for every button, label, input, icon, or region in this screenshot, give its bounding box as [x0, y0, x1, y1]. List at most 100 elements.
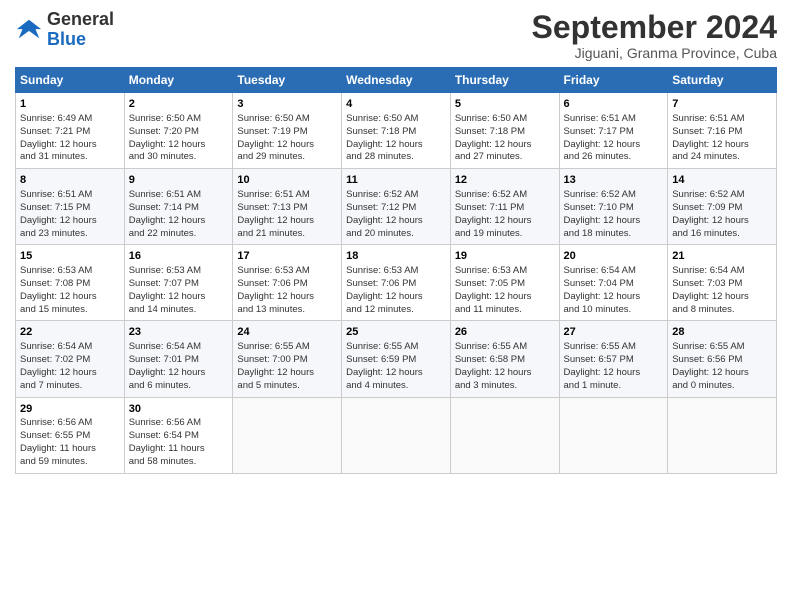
calendar-body: 1Sunrise: 6:49 AM Sunset: 7:21 PM Daylig…	[16, 93, 777, 473]
day-number: 29	[20, 402, 120, 417]
col-monday: Monday	[124, 68, 233, 93]
day-number: 6	[564, 97, 664, 112]
day-detail: Sunrise: 6:51 AM Sunset: 7:15 PM Dayligh…	[20, 189, 120, 240]
logo-blue: Blue	[47, 29, 86, 49]
day-detail: Sunrise: 6:51 AM Sunset: 7:16 PM Dayligh…	[672, 113, 772, 164]
calendar-day-cell	[668, 397, 777, 473]
day-number: 10	[237, 173, 337, 188]
day-number: 2	[129, 97, 229, 112]
day-number: 18	[346, 249, 446, 264]
day-detail: Sunrise: 6:55 AM Sunset: 6:59 PM Dayligh…	[346, 341, 446, 392]
day-detail: Sunrise: 6:52 AM Sunset: 7:12 PM Dayligh…	[346, 189, 446, 240]
page: General Blue September 2024 Jiguani, Gra…	[0, 0, 792, 612]
day-detail: Sunrise: 6:50 AM Sunset: 7:18 PM Dayligh…	[346, 113, 446, 164]
calendar-day-cell	[342, 397, 451, 473]
header-row: Sunday Monday Tuesday Wednesday Thursday…	[16, 68, 777, 93]
calendar-day-cell	[450, 397, 559, 473]
calendar-day-cell: 21Sunrise: 6:54 AM Sunset: 7:03 PM Dayli…	[668, 245, 777, 321]
logo-text: General Blue	[47, 10, 114, 50]
day-number: 12	[455, 173, 555, 188]
calendar-day-cell: 20Sunrise: 6:54 AM Sunset: 7:04 PM Dayli…	[559, 245, 668, 321]
day-detail: Sunrise: 6:51 AM Sunset: 7:13 PM Dayligh…	[237, 189, 337, 240]
day-detail: Sunrise: 6:51 AM Sunset: 7:14 PM Dayligh…	[129, 189, 229, 240]
day-detail: Sunrise: 6:49 AM Sunset: 7:21 PM Dayligh…	[20, 113, 120, 164]
day-number: 14	[672, 173, 772, 188]
calendar-day-cell: 14Sunrise: 6:52 AM Sunset: 7:09 PM Dayli…	[668, 169, 777, 245]
calendar-day-cell: 26Sunrise: 6:55 AM Sunset: 6:58 PM Dayli…	[450, 321, 559, 397]
day-detail: Sunrise: 6:53 AM Sunset: 7:07 PM Dayligh…	[129, 265, 229, 316]
title-area: September 2024 Jiguani, Granma Province,…	[532, 10, 777, 61]
day-detail: Sunrise: 6:50 AM Sunset: 7:20 PM Dayligh…	[129, 113, 229, 164]
calendar-day-cell: 7Sunrise: 6:51 AM Sunset: 7:16 PM Daylig…	[668, 93, 777, 169]
calendar-day-cell: 9Sunrise: 6:51 AM Sunset: 7:14 PM Daylig…	[124, 169, 233, 245]
day-number: 11	[346, 173, 446, 188]
day-number: 26	[455, 325, 555, 340]
calendar-day-cell: 29Sunrise: 6:56 AM Sunset: 6:55 PM Dayli…	[16, 397, 125, 473]
calendar-week-row: 15Sunrise: 6:53 AM Sunset: 7:08 PM Dayli…	[16, 245, 777, 321]
calendar-day-cell: 12Sunrise: 6:52 AM Sunset: 7:11 PM Dayli…	[450, 169, 559, 245]
calendar-day-cell: 16Sunrise: 6:53 AM Sunset: 7:07 PM Dayli…	[124, 245, 233, 321]
day-detail: Sunrise: 6:52 AM Sunset: 7:11 PM Dayligh…	[455, 189, 555, 240]
day-detail: Sunrise: 6:51 AM Sunset: 7:17 PM Dayligh…	[564, 113, 664, 164]
day-detail: Sunrise: 6:54 AM Sunset: 7:01 PM Dayligh…	[129, 341, 229, 392]
day-number: 22	[20, 325, 120, 340]
calendar-day-cell: 22Sunrise: 6:54 AM Sunset: 7:02 PM Dayli…	[16, 321, 125, 397]
calendar-day-cell: 6Sunrise: 6:51 AM Sunset: 7:17 PM Daylig…	[559, 93, 668, 169]
day-detail: Sunrise: 6:54 AM Sunset: 7:04 PM Dayligh…	[564, 265, 664, 316]
day-detail: Sunrise: 6:53 AM Sunset: 7:08 PM Dayligh…	[20, 265, 120, 316]
calendar-day-cell: 13Sunrise: 6:52 AM Sunset: 7:10 PM Dayli…	[559, 169, 668, 245]
calendar-week-row: 29Sunrise: 6:56 AM Sunset: 6:55 PM Dayli…	[16, 397, 777, 473]
day-detail: Sunrise: 6:53 AM Sunset: 7:06 PM Dayligh…	[346, 265, 446, 316]
day-number: 1	[20, 97, 120, 112]
calendar-day-cell: 10Sunrise: 6:51 AM Sunset: 7:13 PM Dayli…	[233, 169, 342, 245]
day-number: 25	[346, 325, 446, 340]
day-number: 8	[20, 173, 120, 188]
day-detail: Sunrise: 6:56 AM Sunset: 6:54 PM Dayligh…	[129, 417, 229, 468]
calendar-day-cell: 2Sunrise: 6:50 AM Sunset: 7:20 PM Daylig…	[124, 93, 233, 169]
day-detail: Sunrise: 6:53 AM Sunset: 7:05 PM Dayligh…	[455, 265, 555, 316]
day-detail: Sunrise: 6:52 AM Sunset: 7:09 PM Dayligh…	[672, 189, 772, 240]
day-detail: Sunrise: 6:56 AM Sunset: 6:55 PM Dayligh…	[20, 417, 120, 468]
calendar-day-cell: 24Sunrise: 6:55 AM Sunset: 7:00 PM Dayli…	[233, 321, 342, 397]
day-number: 15	[20, 249, 120, 264]
col-saturday: Saturday	[668, 68, 777, 93]
day-number: 27	[564, 325, 664, 340]
day-detail: Sunrise: 6:55 AM Sunset: 7:00 PM Dayligh…	[237, 341, 337, 392]
calendar-day-cell: 28Sunrise: 6:55 AM Sunset: 6:56 PM Dayli…	[668, 321, 777, 397]
header: General Blue September 2024 Jiguani, Gra…	[15, 10, 777, 61]
calendar-day-cell: 19Sunrise: 6:53 AM Sunset: 7:05 PM Dayli…	[450, 245, 559, 321]
logo-area: General Blue	[15, 10, 114, 50]
col-friday: Friday	[559, 68, 668, 93]
day-detail: Sunrise: 6:50 AM Sunset: 7:19 PM Dayligh…	[237, 113, 337, 164]
logo-general: General	[47, 9, 114, 29]
day-detail: Sunrise: 6:55 AM Sunset: 6:57 PM Dayligh…	[564, 341, 664, 392]
day-detail: Sunrise: 6:52 AM Sunset: 7:10 PM Dayligh…	[564, 189, 664, 240]
day-detail: Sunrise: 6:54 AM Sunset: 7:02 PM Dayligh…	[20, 341, 120, 392]
day-number: 9	[129, 173, 229, 188]
col-wednesday: Wednesday	[342, 68, 451, 93]
calendar-day-cell: 18Sunrise: 6:53 AM Sunset: 7:06 PM Dayli…	[342, 245, 451, 321]
calendar-day-cell: 3Sunrise: 6:50 AM Sunset: 7:19 PM Daylig…	[233, 93, 342, 169]
calendar-day-cell: 25Sunrise: 6:55 AM Sunset: 6:59 PM Dayli…	[342, 321, 451, 397]
calendar-subtitle: Jiguani, Granma Province, Cuba	[532, 45, 777, 61]
col-thursday: Thursday	[450, 68, 559, 93]
day-detail: Sunrise: 6:55 AM Sunset: 6:56 PM Dayligh…	[672, 341, 772, 392]
day-number: 28	[672, 325, 772, 340]
day-number: 16	[129, 249, 229, 264]
day-number: 5	[455, 97, 555, 112]
calendar-day-cell: 15Sunrise: 6:53 AM Sunset: 7:08 PM Dayli…	[16, 245, 125, 321]
day-number: 7	[672, 97, 772, 112]
calendar-day-cell	[559, 397, 668, 473]
calendar-day-cell: 1Sunrise: 6:49 AM Sunset: 7:21 PM Daylig…	[16, 93, 125, 169]
day-detail: Sunrise: 6:55 AM Sunset: 6:58 PM Dayligh…	[455, 341, 555, 392]
day-number: 13	[564, 173, 664, 188]
calendar-day-cell: 23Sunrise: 6:54 AM Sunset: 7:01 PM Dayli…	[124, 321, 233, 397]
day-number: 24	[237, 325, 337, 340]
day-number: 19	[455, 249, 555, 264]
calendar-week-row: 1Sunrise: 6:49 AM Sunset: 7:21 PM Daylig…	[16, 93, 777, 169]
calendar-title: September 2024	[532, 10, 777, 45]
calendar-week-row: 8Sunrise: 6:51 AM Sunset: 7:15 PM Daylig…	[16, 169, 777, 245]
calendar-day-cell: 5Sunrise: 6:50 AM Sunset: 7:18 PM Daylig…	[450, 93, 559, 169]
calendar-day-cell: 27Sunrise: 6:55 AM Sunset: 6:57 PM Dayli…	[559, 321, 668, 397]
day-number: 21	[672, 249, 772, 264]
